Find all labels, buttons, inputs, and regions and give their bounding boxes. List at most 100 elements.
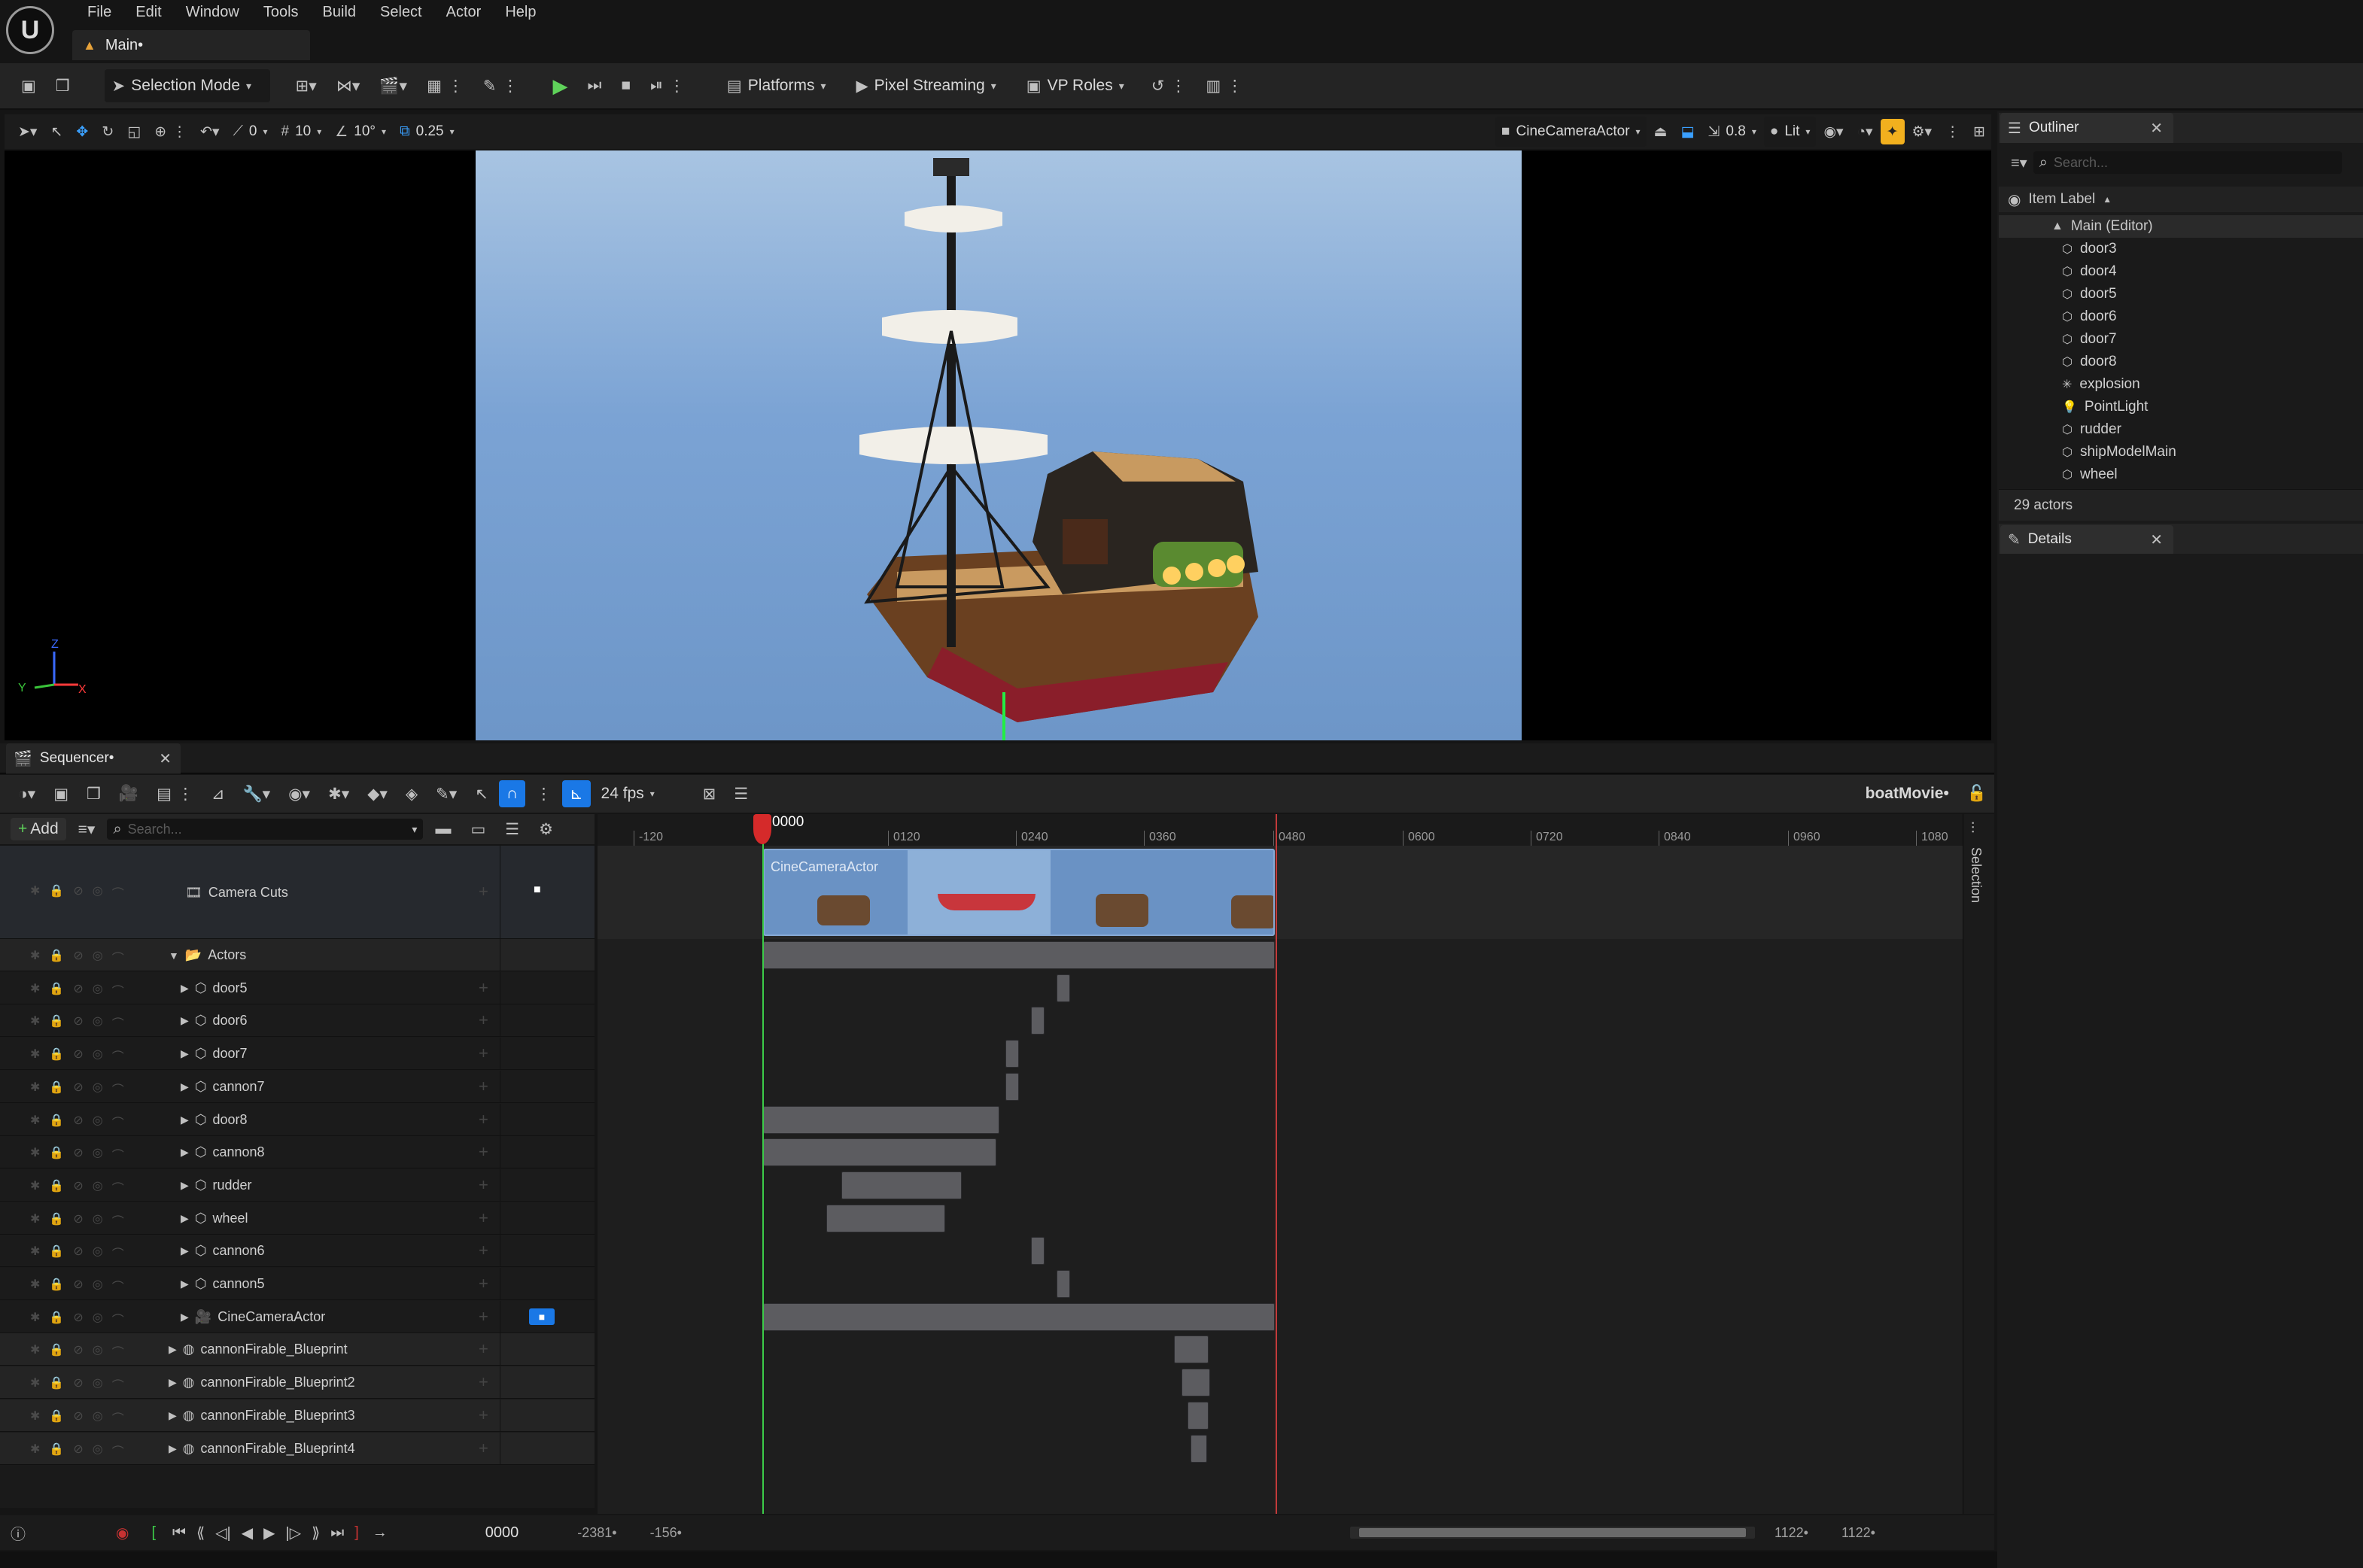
filter-icon[interactable]: ≡▾ (2011, 153, 2027, 172)
outliner-item[interactable]: ⬡ wheel (2062, 463, 2118, 486)
viewport-more-button[interactable]: ⋮ (1939, 117, 1966, 147)
speed-dropdown[interactable]: ⇲ 0.8 ▾ (1702, 117, 1762, 147)
menu-edit[interactable]: Edit (123, 0, 173, 24)
track-section[interactable] (841, 1171, 962, 1199)
scrollbar-thumb[interactable] (1358, 1528, 1746, 1537)
scale-tool[interactable]: ◱ (121, 117, 147, 147)
fps-dropdown[interactable]: 24 fps ▾ (594, 777, 662, 810)
track-section[interactable] (763, 941, 1275, 969)
play-button[interactable]: ▶ (546, 69, 576, 102)
settings-button[interactable]: ▥ ⋮ (1198, 69, 1250, 102)
collapsed-arrow-icon[interactable]: ▶ (169, 1376, 177, 1389)
layout-button[interactable]: ⊞ (1967, 117, 1991, 147)
grid-snap-dropdown[interactable]: #10 ▾ (275, 117, 328, 147)
vp-roles-dropdown[interactable]: ▣ VP Roles ▾ (1019, 69, 1132, 102)
camera-view[interactable] (476, 150, 1522, 740)
track-row[interactable]: ✱ 🔒 ⊘ ◎ ⌒ ▶ ◍ cannonFirable_Blueprint2 + (0, 1366, 595, 1399)
scale-snap-dropdown[interactable]: ⧉ 0.25 ▾ (394, 117, 461, 147)
track-row[interactable]: ✱ 🔒 ⊘ ◎ ⌒ ▶ ◍ cannonFirable_Blueprint + (0, 1333, 595, 1366)
realtime-toggle[interactable]: ✦ (1880, 119, 1905, 144)
render-movie-button[interactable]: 🎥 (111, 777, 146, 810)
range-in-field[interactable]: -156• (650, 1525, 682, 1541)
camera-cuts-track[interactable]: ✱ 🔒 ⊘ ◎ ⌒ 🎞 Camera Cuts + ■ (0, 846, 595, 939)
stop-button[interactable]: ■ (613, 69, 638, 102)
translate-tool[interactable]: ✥ (70, 117, 94, 147)
eject-camera-button[interactable]: ⏏ (1648, 117, 1674, 147)
selection-mode-dropdown[interactable]: ➤ Selection Mode ▾ (104, 69, 270, 102)
camera-icon[interactable]: ■ (534, 883, 541, 897)
expanded-arrow-icon[interactable]: ▼ (169, 950, 179, 962)
track-row[interactable]: ✱ 🔒 ⊘ ◎ ⌒ ▶ 🎥 CineCameraActor + ■ (0, 1300, 595, 1333)
pilot-button[interactable]: ⬓ (1675, 117, 1701, 147)
outliner-view-button[interactable]: ☰ (497, 813, 527, 846)
track-row[interactable]: ✱ 🔒 ⊘ ◎ ⌒ ▶ ◍ cannonFirable_Blueprint4 + (0, 1432, 595, 1465)
close-icon[interactable]: ✕ (159, 749, 172, 768)
collapsed-arrow-icon[interactable]: ▶ (169, 1343, 177, 1356)
angle-snap-dropdown[interactable]: ∠ 10° ▾ (329, 117, 392, 147)
collapsed-arrow-icon[interactable]: ▶ (181, 1311, 189, 1323)
save-sequence-button[interactable]: ▣ (46, 777, 76, 810)
track-section[interactable] (1005, 1072, 1019, 1101)
tools-dropdown[interactable]: 🔧▾ (236, 777, 278, 810)
rotate-tool[interactable]: ↻ (96, 117, 120, 147)
unreal-logo-icon[interactable]: U (6, 6, 54, 54)
add-icon[interactable]: + (479, 1010, 488, 1030)
outliner-item[interactable]: ⬡ rudder (2062, 418, 2121, 441)
view-options-dropdown[interactable]: ◉▾ (281, 777, 318, 810)
add-icon[interactable]: + (479, 1339, 488, 1359)
blueprint-button[interactable]: ⋈▾ (329, 69, 368, 102)
expand-button[interactable]: ▭ (463, 813, 493, 846)
menu-file[interactable]: File (75, 0, 123, 24)
close-icon[interactable]: ✕ (2150, 119, 2163, 138)
level-tab[interactable]: ▲ Main• (72, 30, 310, 60)
current-frame[interactable]: 0000 (485, 1524, 519, 1542)
timeline-scrollbar[interactable] (1349, 1527, 1755, 1539)
select-tool[interactable]: ↖ (44, 117, 68, 147)
playhead[interactable] (753, 814, 771, 844)
playback-options-dropdown[interactable]: ✱▾ (321, 777, 357, 810)
track-search-input[interactable]: ⌕ Search... ▾ (107, 819, 424, 840)
track-list-button[interactable]: ☰ (726, 777, 756, 810)
paint-button[interactable]: ✎ ⋮ (476, 69, 526, 102)
sliders-icon[interactable]: ⫶ (1971, 820, 1975, 837)
prev-key-icon[interactable]: ⟪ (196, 1524, 205, 1542)
track-section[interactable] (1174, 1336, 1209, 1364)
track-row[interactable]: ✱ 🔒 ⊘ ◎ ⌒ ▶ ⬡ door7 + (0, 1038, 595, 1071)
track-row[interactable]: ✱ 🔒 ⊘ ◎ ⌒ ▶ ⬡ cannon7 + (0, 1070, 595, 1103)
select-keys-button[interactable]: ↖ (467, 777, 496, 810)
menu-actor[interactable]: Actor (434, 0, 494, 24)
collapse-button[interactable]: ▬ (427, 813, 458, 846)
track-section[interactable] (1182, 1369, 1210, 1397)
edit-mode-dropdown[interactable]: ✎▾ (428, 777, 464, 810)
set-start-icon[interactable]: [ (151, 1524, 156, 1542)
track-row[interactable]: ✱ 🔒 ⊘ ◎ ⌒ ▶ ⬡ wheel + (0, 1202, 595, 1235)
outliner-item[interactable]: ⬡ door4 (2062, 260, 2117, 283)
details-tab[interactable]: ✎ Details ✕ (2000, 525, 2173, 554)
add-icon[interactable]: + (479, 1208, 488, 1228)
add-icon[interactable]: + (479, 1274, 488, 1293)
add-icon[interactable]: + (479, 1405, 488, 1425)
cinematics-button[interactable]: 🎬▾ (372, 69, 415, 102)
find-asset-button[interactable]: ❒ (79, 777, 108, 810)
collapsed-arrow-icon[interactable]: ▶ (181, 1047, 189, 1060)
outliner-item[interactable]: ⬡ door3 (2062, 238, 2117, 260)
record-icon[interactable]: ◉ (116, 1524, 129, 1542)
add-icon[interactable]: + (479, 1044, 488, 1063)
next-key-icon[interactable]: ⟫ (312, 1524, 320, 1542)
outliner-item[interactable]: ⬡ door5 (2062, 283, 2117, 305)
info-icon[interactable]: ⓘ (11, 1522, 26, 1544)
source-control-button[interactable]: ↺ ⋮ (1144, 69, 1194, 102)
close-icon[interactable]: ✕ (2150, 530, 2163, 549)
track-section[interactable] (1188, 1401, 1209, 1430)
build-button[interactable]: ▦ ⋮ (419, 69, 471, 102)
collapsed-arrow-icon[interactable]: ▶ (181, 982, 189, 995)
step-button[interactable]: ⏭ (580, 69, 610, 102)
collapsed-arrow-icon[interactable]: ▶ (169, 1442, 177, 1455)
collapsed-arrow-icon[interactable]: ▶ (181, 1114, 189, 1126)
track-row[interactable]: ✱ 🔒 ⊘ ◎ ⌒ ▶ ⬡ cannon6 + (0, 1235, 595, 1268)
add-icon[interactable]: + (479, 1241, 488, 1260)
add-track-button[interactable]: + Add (11, 818, 66, 840)
collapsed-arrow-icon[interactable]: ▶ (181, 1179, 189, 1192)
save-button[interactable]: ▣ (14, 69, 44, 102)
track-row[interactable]: ✱ 🔒 ⊘ ◎ ⌒ ▶ ◍ cannonFirable_Blueprint3 + (0, 1399, 595, 1432)
